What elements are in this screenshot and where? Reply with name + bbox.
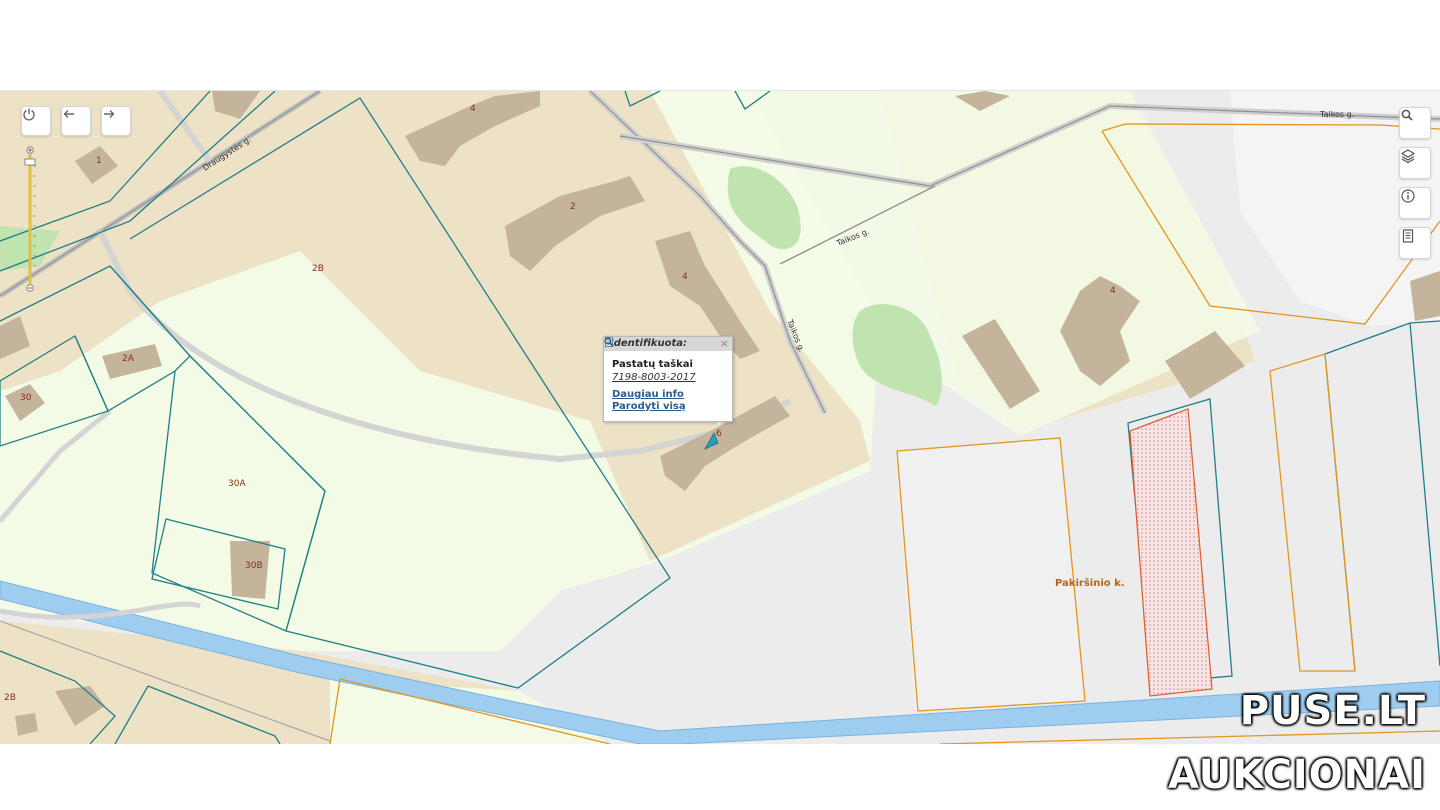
forward-button[interactable] (101, 106, 131, 136)
label-6: 6 (716, 429, 722, 439)
legend-button[interactable] (1399, 227, 1431, 259)
arrow-left-icon (63, 110, 74, 118)
label-2b-parcel: 2B (312, 264, 324, 274)
search-icon (1401, 109, 1413, 121)
top-header-bar (0, 0, 1440, 91)
popup-close-icon[interactable]: × (720, 337, 729, 350)
more-info-label: Daugiau info (612, 389, 684, 400)
show-all-label: Parodyti visą (612, 401, 686, 412)
label-30: 30 (20, 393, 32, 403)
label-30a: 30A (228, 479, 246, 489)
label-2: 2 (570, 202, 576, 212)
label-2b-lower: 2B (4, 693, 16, 703)
popup-title: Pastatų taškai (612, 359, 693, 370)
label-village: Pakiršinio k. (1055, 577, 1125, 589)
label-4-east: 4 (1110, 286, 1116, 296)
info-button[interactable] (1399, 187, 1431, 219)
show-all-link[interactable]: Parodyti visą (604, 337, 732, 412)
power-button[interactable] (21, 106, 51, 136)
magnifier-icon (604, 337, 614, 347)
more-info-link[interactable]: Daugiau info (605, 337, 732, 400)
power-icon (23, 108, 35, 121)
watermark-line-1: PUSE.LT (1239, 688, 1426, 734)
label-30b: 30B (245, 561, 263, 571)
back-button[interactable] (61, 106, 91, 136)
label-1: 1 (96, 156, 102, 166)
field-se (895, 438, 1085, 711)
street-taikos-3: Taikos g. (1319, 110, 1354, 119)
layers-icon (1400, 149, 1416, 164)
map-view[interactable]: 4 2 4 4 1 2B 2A 30 30A 30B 2B 6 Pakiršin… (0, 91, 1440, 744)
popup-header: Identifikuota: (604, 337, 732, 351)
popup-code-link[interactable]: 7198-8003-2017 (612, 372, 732, 383)
info-icon (1401, 189, 1415, 203)
arrow-right-icon (104, 110, 115, 118)
watermark-line-2: AUKCIONAI (1168, 752, 1426, 798)
label-4-center: 4 (682, 272, 688, 282)
search-button[interactable] (1399, 107, 1431, 139)
document-icon (1402, 229, 1414, 243)
zoom-scale (24, 146, 36, 292)
zoom-handle (24, 158, 36, 166)
identify-popup: Identifikuota: × Pastatų taškai 7198-800… (603, 336, 733, 422)
label-4-north: 4 (470, 104, 476, 114)
layers-button[interactable] (1399, 147, 1431, 179)
label-2a: 2A (122, 354, 135, 364)
zoom-slider[interactable] (24, 146, 36, 292)
